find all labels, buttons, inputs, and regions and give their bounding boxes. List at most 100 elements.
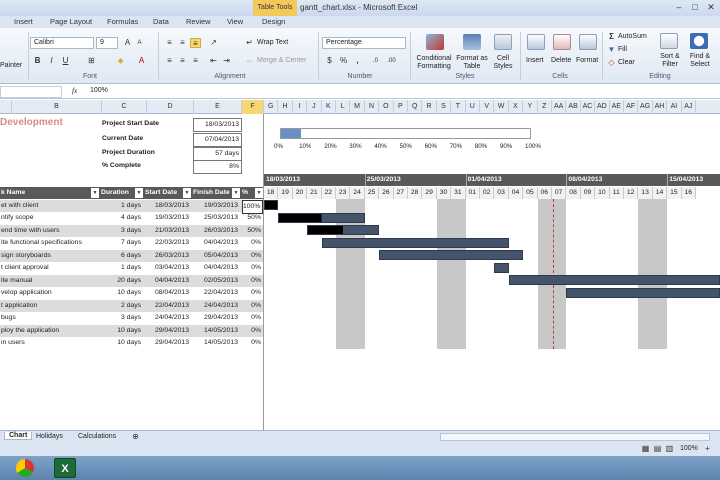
- column-header-j[interactable]: J: [307, 100, 322, 114]
- cell-styles-icon[interactable]: [494, 34, 512, 50]
- decrease-indent-icon[interactable]: ⇤: [208, 56, 219, 66]
- table-cell[interactable]: 04/04/2013: [193, 262, 240, 274]
- borders-icon[interactable]: ⊞: [86, 56, 97, 66]
- project-start-value[interactable]: 18/03/2013: [193, 118, 242, 132]
- table-cell[interactable]: 22/04/2013: [145, 300, 191, 312]
- shrink-font-icon[interactable]: A: [134, 38, 145, 48]
- column-header-ad[interactable]: AD: [595, 100, 610, 114]
- table-cell[interactable]: 14/05/2013: [193, 325, 240, 337]
- column-header-r[interactable]: R: [422, 100, 437, 114]
- table-cell[interactable]: in users: [1, 337, 99, 349]
- insert-cells-icon[interactable]: [527, 34, 545, 50]
- wrap-text-icon[interactable]: ↵: [244, 38, 255, 48]
- column-header-o[interactable]: O: [379, 100, 394, 114]
- table-cell[interactable]: 1 days: [101, 262, 143, 274]
- column-header-ab[interactable]: AB: [566, 100, 581, 114]
- table-cell[interactable]: 0%: [242, 275, 263, 287]
- column-header-u[interactable]: U: [466, 100, 480, 114]
- table-cell[interactable]: 03/04/2013: [145, 262, 191, 274]
- column-header-v[interactable]: V: [480, 100, 495, 114]
- table-cell[interactable]: 02/05/2013: [193, 275, 240, 287]
- column-header-g[interactable]: G: [264, 100, 279, 114]
- format-as-table-icon[interactable]: [463, 34, 481, 50]
- percent-icon[interactable]: %: [338, 56, 349, 66]
- tab-design[interactable]: Design: [262, 16, 285, 28]
- increase-decimal-icon[interactable]: .0: [370, 56, 381, 66]
- worksheet[interactable]: Development Project Start Date 18/03/201…: [0, 114, 720, 430]
- merge-center-button[interactable]: Merge & Center: [257, 57, 306, 64]
- tab-page-layout[interactable]: Page Layout: [50, 16, 92, 28]
- filter-dropdown-icon[interactable]: ▼: [232, 188, 240, 198]
- table-cell[interactable]: 0%: [242, 300, 263, 312]
- column-header-ae[interactable]: AE: [610, 100, 624, 114]
- column-header-af[interactable]: AF: [624, 100, 639, 114]
- column-header-d[interactable]: D: [147, 100, 194, 114]
- table-cell[interactable]: 0%: [242, 337, 263, 349]
- table-cell[interactable]: 19/03/2013: [145, 212, 191, 224]
- name-box[interactable]: [0, 86, 62, 98]
- underline-icon[interactable]: U: [60, 56, 71, 66]
- conditional-formatting-button[interactable]: Conditional Formatting: [413, 55, 455, 71]
- clear-button[interactable]: Clear: [618, 59, 635, 66]
- table-cell[interactable]: 10 days: [101, 325, 143, 337]
- column-header-ac[interactable]: AC: [581, 100, 596, 114]
- table-cell[interactable]: 50%: [242, 212, 263, 224]
- zoom-in-icon[interactable]: +: [702, 444, 713, 454]
- column-header-ah[interactable]: AH: [653, 100, 668, 114]
- column-header-t[interactable]: T: [451, 100, 466, 114]
- table-cell[interactable]: 08/04/2013: [145, 287, 191, 299]
- table-cell[interactable]: 10 days: [101, 337, 143, 349]
- format-cells-icon[interactable]: [579, 34, 597, 50]
- clear-icon[interactable]: ◇: [606, 58, 617, 68]
- table-cell[interactable]: 29/04/2013: [145, 337, 191, 349]
- cell-styles-button[interactable]: Cell Styles: [490, 55, 516, 71]
- column-header-e[interactable]: E: [194, 100, 242, 114]
- table-cell[interactable]: 0%: [242, 325, 263, 337]
- table-cell[interactable]: et with client: [1, 200, 99, 212]
- tab-view[interactable]: View: [227, 16, 243, 28]
- italic-icon[interactable]: I: [46, 56, 57, 66]
- insert-cells-button[interactable]: Insert: [526, 57, 544, 64]
- column-header-l[interactable]: L: [336, 100, 351, 114]
- current-date-value[interactable]: 07/04/2013: [193, 133, 242, 147]
- orientation-icon[interactable]: ↗: [208, 38, 219, 48]
- column-header-h[interactable]: H: [278, 100, 293, 114]
- table-cell[interactable]: 05/04/2013: [193, 250, 240, 262]
- delete-cells-icon[interactable]: [553, 34, 571, 50]
- sheet-tab-holidays[interactable]: Holidays: [36, 433, 63, 440]
- format-painter-button[interactable]: Painter: [0, 62, 22, 69]
- table-header-cell[interactable]: k Name: [1, 187, 99, 199]
- autosum-button[interactable]: AutoSum: [618, 33, 647, 40]
- tab-formulas[interactable]: Formulas: [107, 16, 138, 28]
- sheet-tab-calculations[interactable]: Calculations: [78, 433, 116, 440]
- horizontal-scrollbar[interactable]: [440, 433, 710, 441]
- table-cell[interactable]: end time with users: [1, 225, 99, 237]
- table-cell[interactable]: 2 days: [101, 300, 143, 312]
- table-cell[interactable]: t client approval: [1, 262, 99, 274]
- table-cell[interactable]: 18/03/2013: [145, 200, 191, 212]
- font-size-select[interactable]: 9: [96, 37, 118, 49]
- table-cell[interactable]: bugs: [1, 312, 99, 324]
- zoom-level[interactable]: 100%: [680, 445, 698, 452]
- page-break-view-icon[interactable]: ▥: [664, 444, 675, 454]
- tab-data[interactable]: Data: [153, 16, 169, 28]
- sheet-tab-chart[interactable]: Chart: [4, 432, 33, 440]
- format-as-table-button[interactable]: Format as Table: [455, 55, 489, 71]
- align-middle-icon[interactable]: ≡: [177, 38, 188, 48]
- select-all-corner[interactable]: [0, 100, 12, 114]
- fill-color-icon[interactable]: ◈: [115, 56, 126, 66]
- insert-sheet-icon[interactable]: ⊕: [130, 432, 141, 442]
- table-cell[interactable]: 21/03/2013: [145, 225, 191, 237]
- table-cell[interactable]: velop application: [1, 287, 99, 299]
- column-header-f[interactable]: F: [242, 100, 264, 114]
- table-cell[interactable]: 3 days: [101, 312, 143, 324]
- table-cell[interactable]: 0%: [242, 262, 263, 274]
- filter-dropdown-icon[interactable]: ▼: [135, 188, 143, 198]
- minimize-icon[interactable]: –: [672, 1, 686, 13]
- table-cell[interactable]: 0%: [242, 250, 263, 262]
- table-cell[interactable]: 14/05/2013: [193, 337, 240, 349]
- column-header-aa[interactable]: AA: [552, 100, 567, 114]
- table-cell[interactable]: 0%: [242, 287, 263, 299]
- increase-indent-icon[interactable]: ⇥: [221, 56, 232, 66]
- delete-cells-button[interactable]: Delete: [551, 57, 571, 64]
